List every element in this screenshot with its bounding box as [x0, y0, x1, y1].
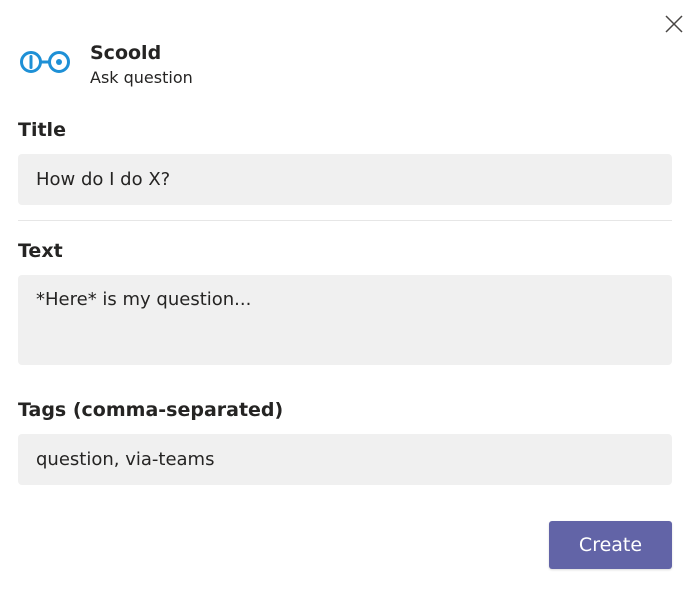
tags-label: Tags (comma-separated): [18, 399, 284, 421]
dialog-header: Scoold Ask question: [18, 38, 193, 89]
dialog-subtitle: Ask question: [90, 68, 193, 87]
title-input[interactable]: [18, 154, 672, 205]
scoold-logo-icon: [18, 38, 72, 86]
divider: [18, 220, 672, 221]
text-label: Text: [18, 240, 63, 262]
create-button[interactable]: Create: [549, 521, 672, 569]
app-info: Scoold Ask question: [90, 38, 193, 89]
text-input[interactable]: *Here* is my question...: [18, 275, 672, 365]
app-name: Scoold: [90, 42, 162, 64]
close-icon: [665, 15, 683, 33]
tags-input[interactable]: [18, 434, 672, 485]
title-label: Title: [18, 119, 66, 141]
close-button[interactable]: [662, 12, 686, 36]
